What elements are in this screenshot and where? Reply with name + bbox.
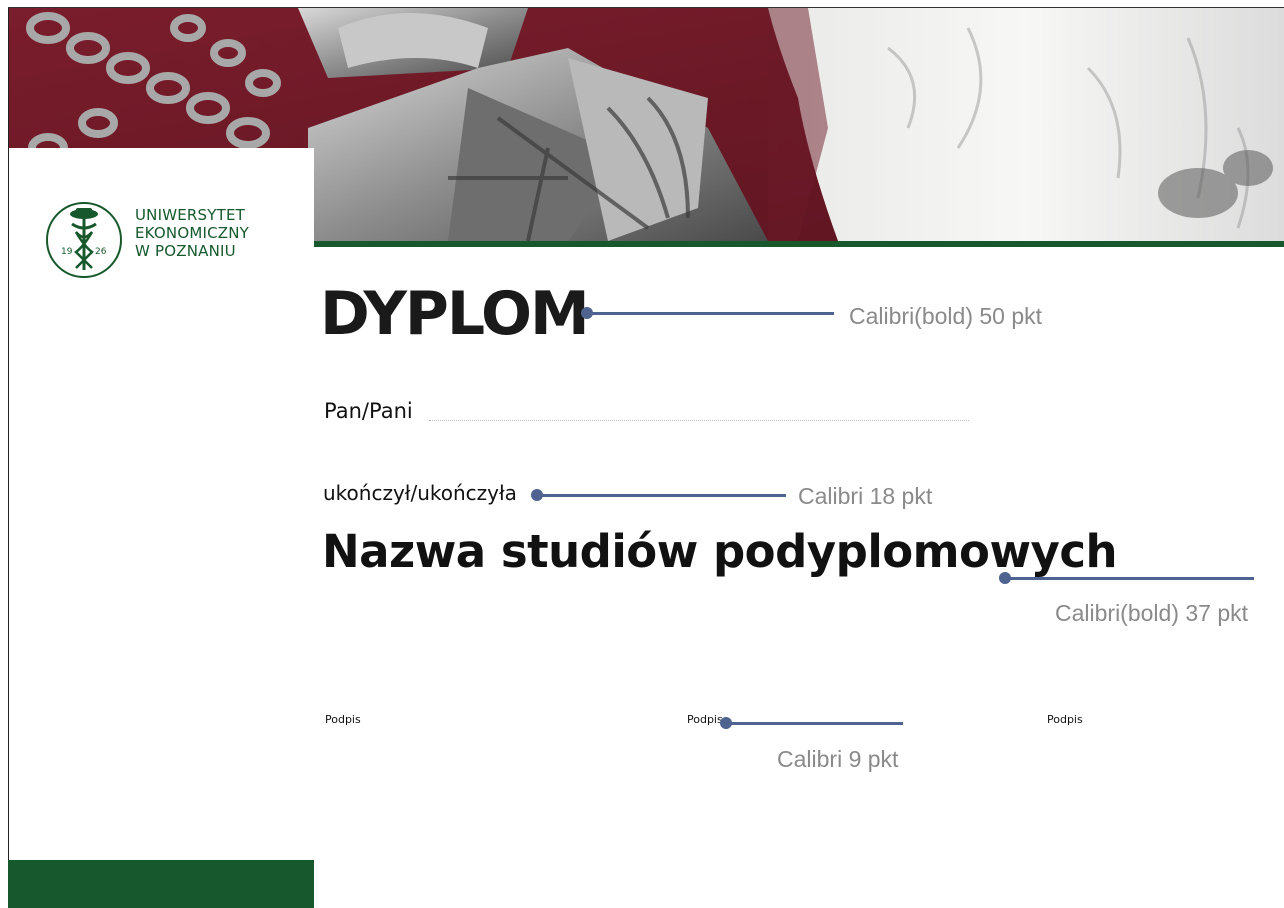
signature-label-2: Podpis [687,713,723,726]
page-border-top [8,7,1284,8]
page-border-left [8,8,9,908]
title-font-annotation: Calibri(bold) 50 pkt [849,303,1043,329]
title-font-leader-dot [581,307,593,319]
signature-label-1: Podpis [325,713,361,726]
program-name: Nazwa studiów podyplomowych [322,525,1118,578]
completed-label: ukończył/ukończyła [323,481,517,505]
program-font-leader-dot [999,572,1011,584]
recipient-label: Pan/Pani [324,399,413,423]
body-font-leader-dot [531,489,543,501]
title-font-leader-line [588,312,834,315]
seal-year-left: 19 [61,247,73,257]
diploma-title: DYPLOM [320,279,590,349]
signature-font-leader-dot [720,717,732,729]
diploma-template-page: 19 26 UNIWERSYTET EKONOMICZNY W POZNANIU… [0,0,1284,908]
university-name: UNIWERSYTET EKONOMICZNY W POZNANIU [135,206,249,260]
program-font-annotation: Calibri(bold) 37 pkt [1055,600,1249,626]
seal-year-right: 26 [95,247,107,257]
body-font-leader-line [538,494,786,497]
signature-font-leader-line [727,722,903,725]
green-footer-block [8,860,314,908]
university-name-line-3: W POZNANIU [135,242,236,260]
university-seal-logo: 19 26 [44,200,124,284]
university-name-line-2: EKONOMICZNY [135,224,250,242]
university-name-line-1: UNIWERSYTET [135,206,246,224]
signature-label-3: Podpis [1047,713,1083,726]
green-accent-rule [314,241,1284,247]
program-font-leader-line [1006,577,1254,580]
signature-font-annotation: Calibri 9 pkt [777,746,899,772]
recipient-name-dotted-line [429,420,969,421]
body-font-annotation: Calibri 18 pkt [798,483,933,509]
